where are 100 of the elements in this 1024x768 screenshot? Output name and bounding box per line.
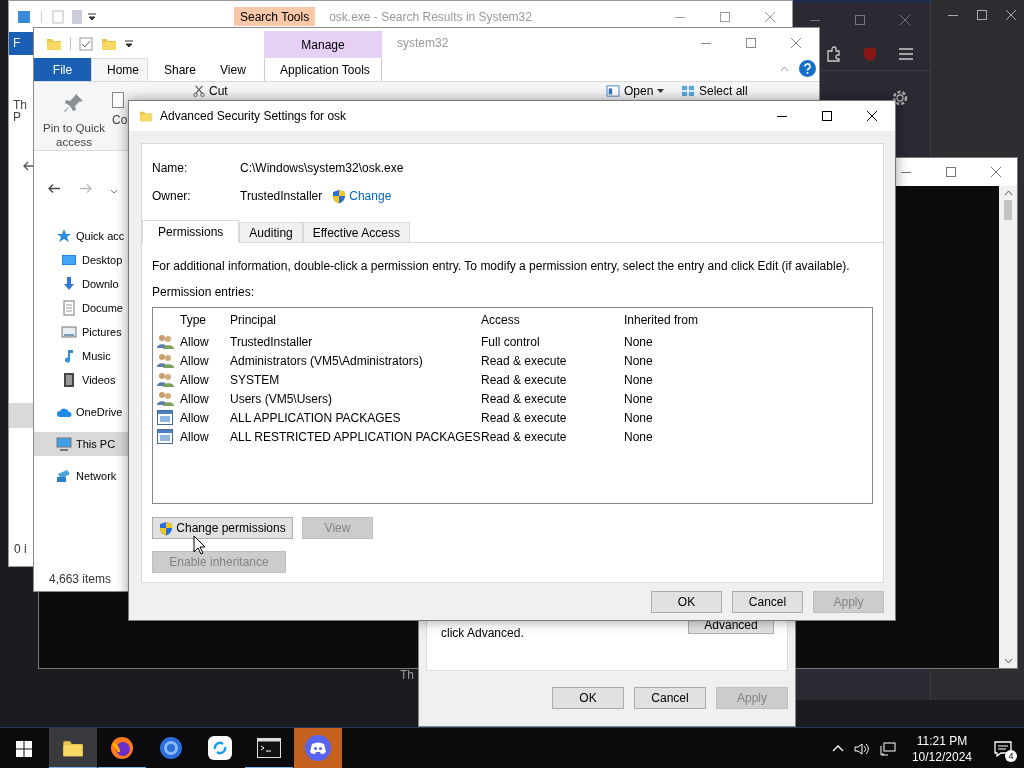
settings-icon[interactable] <box>891 89 909 107</box>
nav-item[interactable]: Downlo <box>34 272 128 296</box>
network-icon[interactable] <box>879 741 896 756</box>
permission-row[interactable]: Allow Users (VM5\Users) Read & execute None <box>153 389 872 408</box>
maximize-icon[interactable] <box>977 10 987 20</box>
tab[interactable]: Auditing <box>239 222 303 242</box>
terminal-icon <box>257 737 281 758</box>
close-icon[interactable] <box>1006 10 1016 20</box>
notification-icon[interactable] <box>994 740 1012 757</box>
folder-icon <box>101 36 117 52</box>
checkmark-icon[interactable] <box>79 37 93 51</box>
ok-button[interactable]: OK <box>651 591 722 613</box>
gamepad-icon <box>305 734 331 761</box>
ribbon-tab[interactable]: Home <box>91 58 148 81</box>
nav-item[interactable]: Videos <box>34 368 128 392</box>
chevron-down-icon[interactable] <box>110 189 118 194</box>
table-cell-text: Read & execute <box>481 353 568 368</box>
column-header[interactable]: Type <box>180 308 206 332</box>
change-permissions-button[interactable]: Change permissions <box>152 517 293 539</box>
table-cell-text: None <box>624 391 654 406</box>
windows-icon <box>16 740 32 757</box>
field-value: TrustedInstaller <box>240 189 323 203</box>
maximize-icon[interactable] <box>822 111 832 121</box>
ok-button[interactable]: OK <box>552 687 624 709</box>
document-icon <box>61 300 77 316</box>
scroll-up-icon[interactable] <box>1003 190 1013 196</box>
table-cell-text: None <box>624 429 654 444</box>
table-cell-text: None <box>624 372 654 387</box>
table-cell-text: Full control <box>481 334 541 349</box>
network-icon <box>56 468 72 484</box>
table-cell-text: None <box>624 410 654 425</box>
change-owner-link[interactable]: Change <box>332 188 392 204</box>
permission-row[interactable]: Allow Administrators (VM5\Administrators) Read & execute None <box>153 351 872 370</box>
table-cell-text: Read & execute <box>481 410 568 425</box>
table-cell-text: Users (VM5\Users) <box>230 391 333 406</box>
permission-row[interactable]: Allow SYSTEM Read & execute None <box>153 370 872 389</box>
ribbon-button[interactable]: Select all <box>681 84 748 98</box>
picture-icon <box>61 324 77 340</box>
nav-item[interactable]: Quick acc <box>34 224 128 248</box>
star-icon <box>56 228 72 244</box>
nav-item[interactable]: Network <box>34 464 128 488</box>
globe-icon <box>110 735 134 760</box>
permission-row[interactable]: Allow TrustedInstaller Full control None <box>153 332 872 351</box>
nav-item[interactable]: Music <box>34 344 128 368</box>
ribbon-button[interactable]: Pin to Quick access <box>40 92 108 149</box>
ribbon-tab[interactable]: F <box>9 32 33 55</box>
app-window-icon <box>157 429 173 444</box>
context-tab[interactable]: Search Tools <box>234 7 316 26</box>
window-icon <box>17 9 31 24</box>
tab[interactable]: Permissions <box>142 220 240 243</box>
shield-icon <box>159 520 174 536</box>
dropdown-icon[interactable] <box>125 40 133 48</box>
ribbon-tab[interactable]: Share <box>148 58 204 81</box>
menu-icon[interactable] <box>898 46 914 61</box>
nav-item[interactable]: OneDrive <box>34 400 128 424</box>
table-cell-text: Allow <box>180 410 210 425</box>
permission-row[interactable]: Allow ALL RESTRICTED APPLICATION PACKAGESRead & execute None <box>153 427 872 446</box>
speaker-icon[interactable] <box>853 741 870 756</box>
table-cell-text: Read & execute <box>481 429 568 444</box>
folder-icon <box>139 109 153 123</box>
column-header[interactable]: Principal <box>230 308 277 332</box>
status-text: 0 i <box>14 542 27 556</box>
table-cell-text: Administrators (VM5\Administrators) <box>230 353 424 368</box>
window-icon <box>606 85 620 97</box>
puzzle-icon[interactable] <box>826 45 842 62</box>
back-arrow-icon[interactable] <box>23 161 35 171</box>
permission-row[interactable]: Allow ALL APPLICATION PACKAGES Read & execute None <box>153 408 872 427</box>
ribbon-button[interactable]: Cut <box>193 84 228 98</box>
clock-date[interactable]: 10/12/2024 <box>911 748 972 765</box>
column-header[interactable]: Access <box>481 308 520 332</box>
taskbar-app-button[interactable] <box>49 728 97 768</box>
nav-item[interactable]: This PC <box>34 432 128 456</box>
close-icon[interactable] <box>867 111 877 121</box>
scroll-thumb[interactable] <box>1004 200 1012 220</box>
status-text: 4,663 items <box>48 572 113 588</box>
users-icon <box>157 353 174 368</box>
ribbon-tab[interactable]: File <box>34 58 91 81</box>
ribbon-button[interactable]: Open <box>606 84 665 98</box>
ribbon-button[interactable]: Co <box>112 92 128 127</box>
help-icon[interactable] <box>799 60 816 77</box>
nav-item[interactable]: Pictures <box>34 320 128 344</box>
users-icon <box>157 372 174 387</box>
ribbon-label: P <box>13 111 21 123</box>
nav-item[interactable]: Desktop <box>34 248 128 272</box>
scroll-down-icon[interactable] <box>1003 658 1013 664</box>
column-header[interactable]: Inherited from <box>624 308 699 332</box>
dropdown-icon[interactable] <box>88 12 96 21</box>
ribbon-tab[interactable]: View <box>204 58 264 81</box>
info-text: For additional information, double-click a permission entry. To modify a permission entry, select the entry and click Edit (if available). <box>152 259 851 273</box>
clock-time[interactable]: 11:21 PM <box>911 732 972 749</box>
tab[interactable]: Effective Access <box>302 222 410 242</box>
field-value: C:\Windows\system32\osk.exe <box>240 161 404 175</box>
back-arrow-icon[interactable] <box>48 183 61 194</box>
window-title: osk.exe - Search Results in System32 <box>329 9 532 24</box>
down-arrow-icon <box>61 276 77 292</box>
context-tab[interactable]: Manage <box>264 31 382 58</box>
table-cell-text: Allow <box>180 334 210 349</box>
cancel-button[interactable]: Cancel <box>732 591 803 613</box>
nav-item[interactable]: Docume <box>34 296 128 320</box>
cancel-button[interactable]: Cancel <box>634 687 706 709</box>
